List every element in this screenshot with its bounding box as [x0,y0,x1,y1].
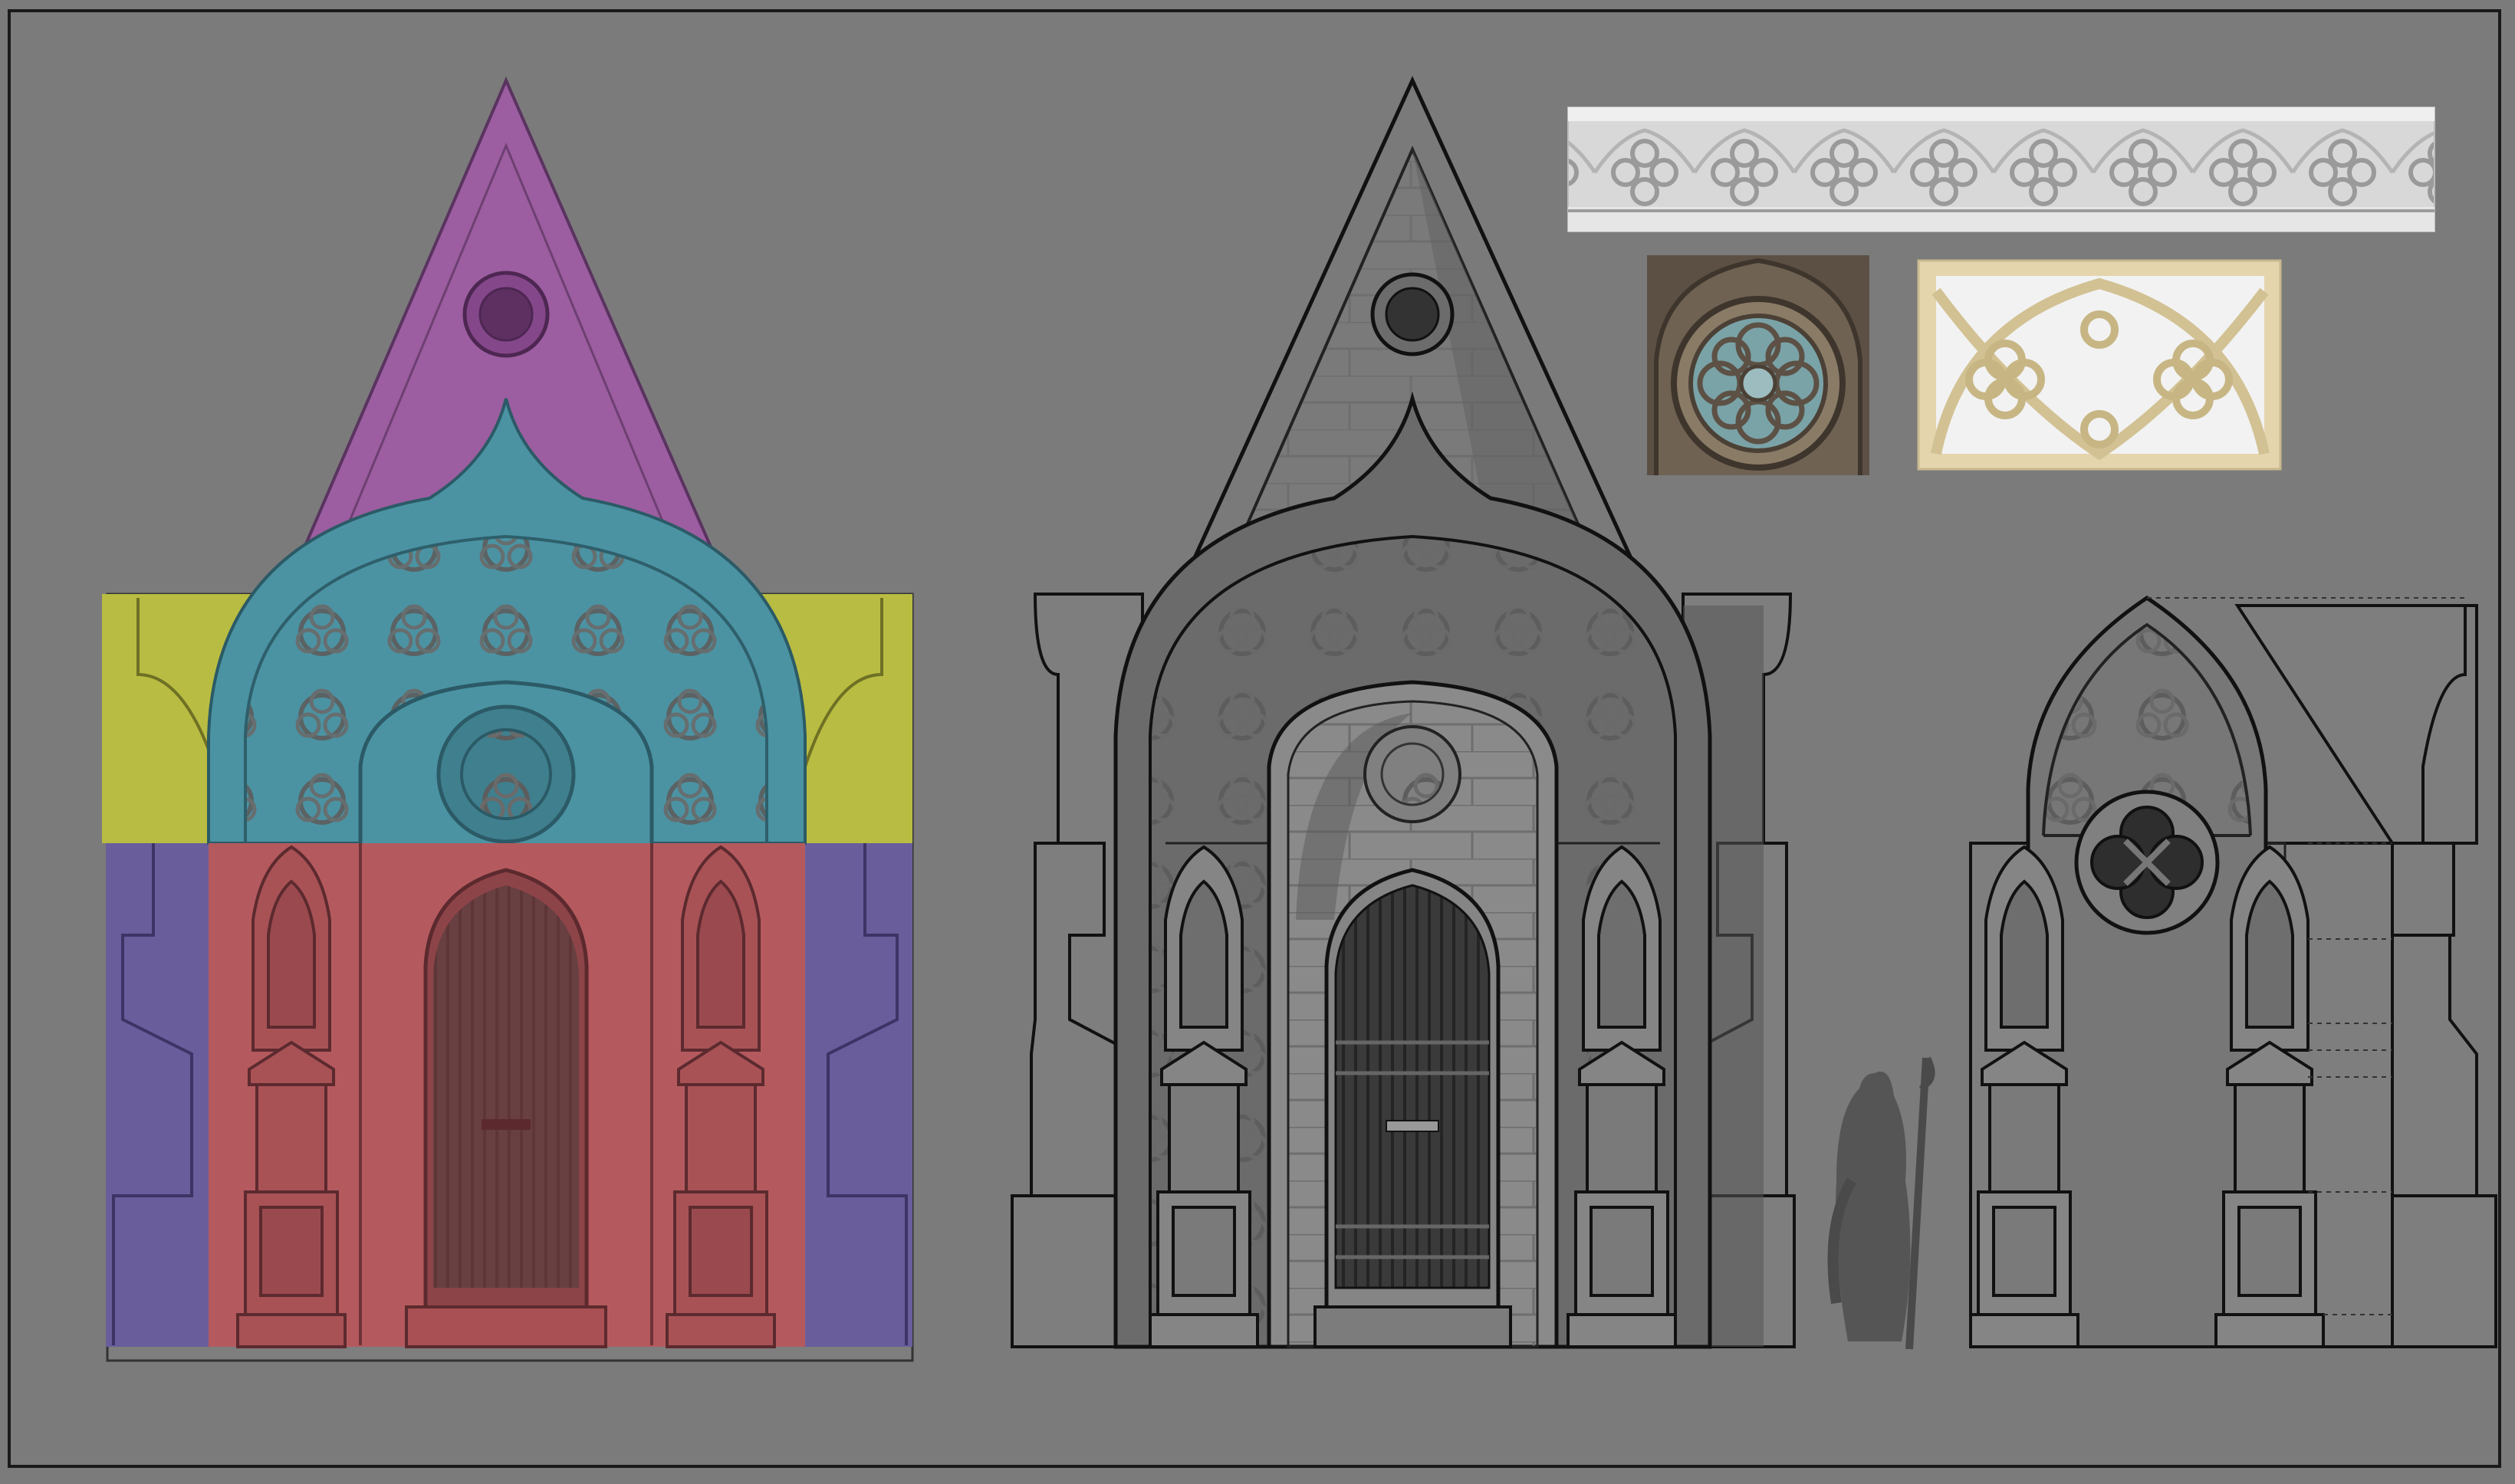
hooded-figure-with-staff [1827,1056,1935,1350]
tracery-panel-reference [1917,259,2282,471]
part-central-portal [209,843,805,1348]
reference-images [1567,107,2435,475]
rose-window-reference [1647,255,1869,475]
grayscale-side-elevation [1969,595,2497,1348]
concept-sheet [0,0,2515,1480]
quatrefoil-window [2074,790,2220,935]
front-door [1313,868,1512,1348]
color-coded-part-breakdown [102,76,914,1362]
quatrefoil-frieze-reference [1567,107,2435,232]
part-arch-tympanum [207,398,807,845]
